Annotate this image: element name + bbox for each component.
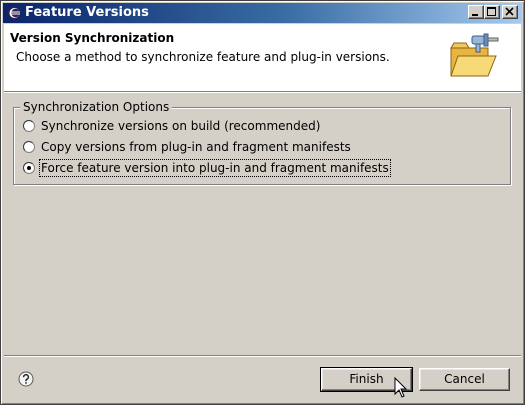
dialog-window: Feature Versions Version Synchronization… [0,0,525,405]
folder-plugin-icon [448,32,500,82]
radio-button[interactable] [22,140,35,153]
radio-option-force-feature-version[interactable]: Force feature version into plug-in and f… [22,159,493,178]
wizard-header: Version Synchronization Choose a method … [4,24,521,91]
window-title: Feature Versions [25,5,149,20]
cancel-button[interactable]: Cancel [419,368,510,391]
radio-button-selected[interactable] [22,161,35,174]
help-icon[interactable] [18,371,34,387]
group-legend: Synchronization Options [20,100,173,114]
eclipse-icon [7,6,21,20]
footer-separator [4,355,521,357]
header-separator [4,91,521,93]
radio-button[interactable] [22,119,35,132]
radio-option-synchronize-on-build[interactable]: Synchronize versions on build (recommend… [22,118,493,136]
close-icon[interactable] [502,5,518,19]
mouse-cursor-icon [394,376,408,399]
radio-label: Synchronize versions on build (recommend… [41,119,321,133]
radio-label: Force feature version into plug-in and f… [39,159,391,177]
title-bar[interactable]: Feature Versions [3,3,522,23]
radio-label: Copy versions from plug-in and fragment … [41,140,351,154]
minimize-icon[interactable] [468,5,484,19]
page-title: Version Synchronization [10,31,175,45]
page-description: Choose a method to synchronize feature a… [16,50,390,64]
maximize-icon[interactable] [484,5,500,19]
radio-option-copy-from-manifests[interactable]: Copy versions from plug-in and fragment … [22,139,493,157]
